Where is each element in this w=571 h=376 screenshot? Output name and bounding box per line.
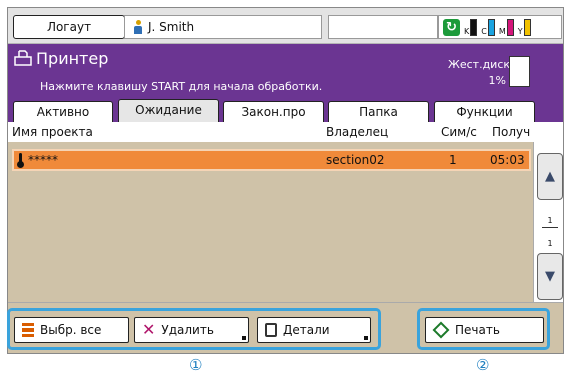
toner-bar-k bbox=[470, 18, 478, 36]
column-name: Имя проекта bbox=[12, 125, 93, 139]
tab-active[interactable]: Активно bbox=[13, 101, 113, 122]
job-list: ***** section02 1 05:03 bbox=[8, 142, 533, 302]
user-icon bbox=[134, 20, 142, 34]
user-name: J. Smith bbox=[148, 20, 195, 34]
toner-k: K bbox=[464, 18, 478, 36]
toner-m: M bbox=[499, 18, 514, 36]
callout-highlight-1 bbox=[7, 308, 381, 350]
callout-highlight-2 bbox=[417, 308, 550, 350]
mode-header: Принтер Нажмите клавишу START для начала… bbox=[8, 44, 563, 96]
job-received: 05:03 bbox=[490, 153, 525, 167]
table-row[interactable]: ***** section02 1 05:03 bbox=[12, 149, 531, 171]
column-received: Получ bbox=[492, 125, 531, 139]
disk-label: Жест.диск bbox=[448, 58, 511, 71]
disk-percent: 1% bbox=[488, 74, 506, 87]
refresh-icon[interactable]: ↻ bbox=[443, 18, 460, 36]
page-current: 1 bbox=[547, 216, 553, 225]
printer-screen: Логаут J. Smith ↻ K C M Y Принтер Нажмит… bbox=[7, 7, 564, 354]
callout-label-1: ① bbox=[189, 356, 203, 374]
toner-y: Y bbox=[518, 18, 531, 36]
toner-bar-c bbox=[487, 18, 495, 36]
job-name: ***** bbox=[28, 153, 58, 167]
job-owner: section02 bbox=[326, 153, 385, 167]
status-message: Нажмите клавишу START для начала обработ… bbox=[40, 80, 323, 93]
disk-usage-bar bbox=[509, 56, 530, 87]
column-owner: Владелец bbox=[326, 125, 389, 139]
thermometer-icon bbox=[17, 153, 25, 168]
tab-bar: Активно Ожидание Закон.про Папка Функции bbox=[8, 96, 563, 123]
top-bar: Логаут J. Smith ↻ K C M Y bbox=[8, 8, 563, 44]
user-box: J. Smith bbox=[124, 15, 322, 39]
page-title: Принтер bbox=[36, 49, 109, 68]
tab-folder[interactable]: Папка bbox=[328, 101, 429, 122]
tab-stored[interactable]: Закон.про bbox=[223, 101, 324, 122]
page-total: 1 bbox=[547, 239, 553, 248]
logout-button[interactable]: Логаут bbox=[13, 15, 125, 39]
toner-status: ↻ K C M Y bbox=[438, 15, 562, 39]
callout-label-2: ② bbox=[476, 356, 490, 374]
printer-icon bbox=[14, 50, 32, 66]
job-copies: 1 bbox=[449, 153, 457, 167]
tab-waiting[interactable]: Ожидание bbox=[118, 99, 219, 123]
toner-bar-m bbox=[506, 18, 514, 36]
scroll-up-button[interactable]: ▲ bbox=[537, 153, 563, 200]
scroll-down-button[interactable]: ▼ bbox=[537, 253, 563, 300]
status-area bbox=[328, 15, 438, 39]
table-header: Имя проекта Владелец Сим/с Получ bbox=[8, 122, 563, 142]
page-divider bbox=[542, 227, 558, 228]
column-copies: Сим/с bbox=[441, 125, 477, 139]
toner-c: C bbox=[481, 18, 495, 36]
toner-bar-y bbox=[523, 18, 531, 36]
pager: ▲ 1 1 ▼ bbox=[533, 142, 563, 302]
tab-functions[interactable]: Функции bbox=[434, 101, 535, 122]
